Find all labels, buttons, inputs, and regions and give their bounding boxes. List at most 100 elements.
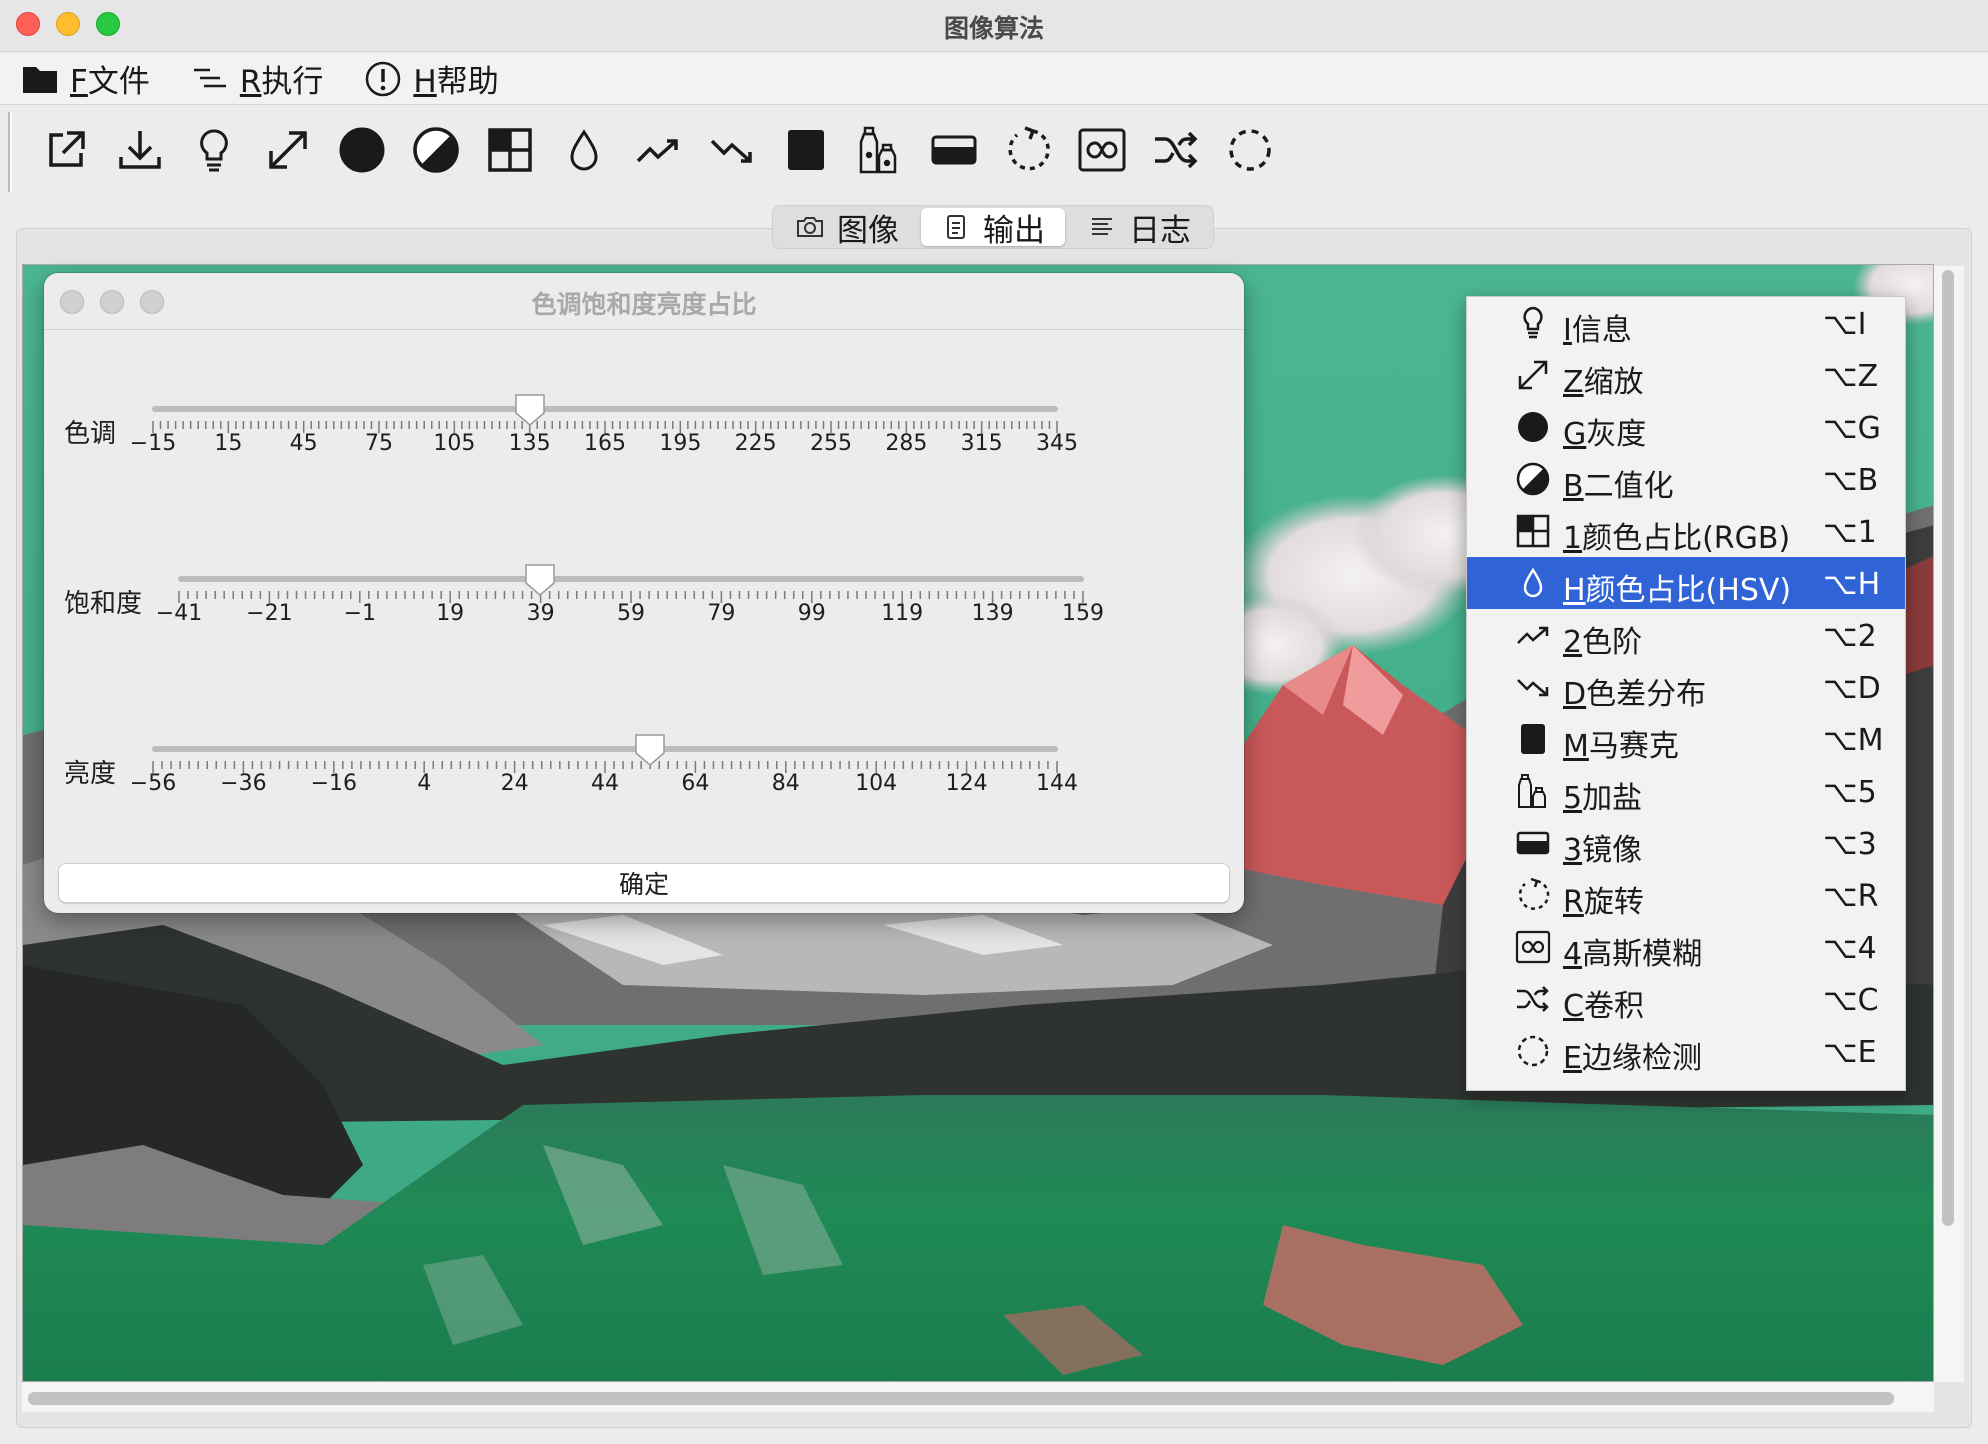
toolbar-mosaic-button[interactable]	[776, 120, 836, 180]
saturation-slider-thumb[interactable]	[524, 563, 556, 597]
tab-image-label: 图像	[837, 212, 899, 249]
slider-tick-label: 159	[1062, 601, 1104, 626]
toolbar-binarize-button[interactable]	[406, 120, 466, 180]
menu-item-mnemonic: D	[1563, 677, 1587, 712]
menu-item-shortcut: ⌥M	[1823, 723, 1884, 758]
menu-file[interactable]: F文件	[20, 56, 150, 101]
toolbar-grip[interactable]	[8, 112, 12, 192]
menu-item-label: 二值化	[1583, 469, 1674, 504]
menu-item-levels[interactable]: 2色阶 ⌥2	[1467, 609, 1905, 661]
menu-item-mirror[interactable]: 3镜像 ⌥3	[1467, 817, 1905, 869]
filled-circle-icon	[339, 127, 385, 173]
hsv-ratio-dialog: 色调饱和度亮度占比 色调 −15 15 45 75 105 135 165 195 225 255…	[44, 273, 1244, 913]
blur-icon	[1078, 128, 1126, 172]
toolbar-gaussian-blur-button[interactable]	[1072, 120, 1132, 180]
toolbar-levels-button[interactable]	[628, 120, 688, 180]
menu-item-rotate[interactable]: R旋转 ⌥R	[1467, 869, 1905, 921]
tab-image[interactable]: 图像	[775, 208, 919, 249]
hue-slider-track[interactable]	[152, 406, 1058, 412]
menu-item-label: 边缘检测	[1581, 1041, 1702, 1076]
menu-help[interactable]: H帮助	[363, 56, 499, 101]
horizontal-scroll-thumb[interactable]	[28, 1392, 1894, 1405]
toolbar-rotate-button[interactable]	[998, 120, 1058, 180]
toolbar-zoom-button[interactable]	[258, 120, 318, 180]
brightness-slider-thumb[interactable]	[634, 733, 666, 767]
menu-item-salt[interactable]: 5加盐 ⌥5	[1467, 765, 1905, 817]
menu-item-shortcut: ⌥4	[1823, 931, 1877, 966]
menu-item-color-diff[interactable]: D色差分布 ⌥D	[1467, 661, 1905, 713]
menu-item-label: 色差分布	[1586, 677, 1707, 712]
trend-down-icon	[1517, 679, 1549, 697]
toolbar-hsv-ratio-button[interactable]	[554, 120, 614, 180]
hue-slider-label: 色调	[64, 419, 117, 449]
slider-tick-label: 45	[289, 431, 318, 456]
slider-tick-label: 315	[960, 431, 1003, 456]
toolbar-rgb-ratio-button[interactable]	[480, 120, 540, 180]
slider-tick-label: −56	[129, 771, 177, 796]
toolbar-color-diff-button[interactable]	[702, 120, 762, 180]
toolbar-download-button[interactable]	[110, 120, 170, 180]
slider-tick-label: 195	[659, 431, 702, 456]
dialog-title: 色调饱和度亮度占比	[531, 290, 757, 319]
menu-item-mnemonic: G	[1563, 417, 1587, 452]
camera-icon	[797, 217, 823, 237]
menu-item-label: 旋转	[1583, 885, 1644, 920]
menu-item-gaussian-blur[interactable]: 4高斯模糊 ⌥4	[1467, 921, 1905, 973]
saturation-slider-track[interactable]	[178, 576, 1084, 582]
menu-item-hsv-ratio[interactable]: H颜色占比(HSV) ⌥H	[1467, 557, 1905, 609]
tab-output[interactable]: 输出	[921, 208, 1065, 249]
menu-item-binarize[interactable]: B二值化 ⌥B	[1467, 453, 1905, 505]
half-circle-icon	[1516, 462, 1550, 496]
tab-log[interactable]: 日志	[1067, 208, 1211, 249]
slider-tick-label: 255	[810, 431, 852, 456]
toolbar-convolution-button[interactable]	[1146, 120, 1206, 180]
menu-item-shortcut: ⌥E	[1823, 1035, 1877, 1070]
lightbulb-icon	[200, 129, 228, 172]
toolbar-grayscale-button[interactable]	[332, 120, 392, 180]
menu-item-mnemonic: H	[1563, 573, 1586, 608]
dialog-titlebar: 色调饱和度亮度占比	[44, 273, 1244, 330]
blur-icon	[1515, 930, 1551, 964]
menu-file-mnemonic: F	[70, 64, 88, 100]
menu-item-rgb-ratio[interactable]: 1颜色占比(RGB) ⌥1	[1467, 505, 1905, 557]
menu-item-label: 马赛克	[1588, 729, 1679, 764]
menu-item-grayscale[interactable]: G灰度 ⌥G	[1467, 401, 1905, 453]
toolbar-mirror-button[interactable]	[924, 120, 984, 180]
menu-item-info[interactable]: I信息 ⌥I	[1467, 297, 1905, 349]
toolbar-salt-button[interactable]	[850, 120, 910, 180]
menu-item-edge-detect[interactable]: E边缘检测 ⌥E	[1467, 1025, 1905, 1077]
slider-tick-label: 39	[526, 601, 555, 626]
dashed-circle-icon	[1517, 1035, 1549, 1067]
slider-tick-label: −21	[246, 601, 293, 626]
menu-item-label: 信息	[1571, 313, 1632, 348]
menu-run[interactable]: R执行	[190, 56, 323, 101]
brightness-slider-track[interactable]	[152, 746, 1058, 752]
resize-arrows-icon	[1518, 360, 1548, 390]
menu-item-shortcut: ⌥1	[1823, 515, 1877, 550]
hue-slider-thumb[interactable]	[514, 393, 546, 427]
shuffle-icon	[1517, 986, 1549, 1012]
ok-button[interactable]: 确定	[58, 863, 1230, 903]
slider-tick-label: 139	[971, 601, 1014, 626]
toolbar-info-button[interactable]	[184, 120, 244, 180]
menu-item-convolution[interactable]: C卷积 ⌥C	[1467, 973, 1905, 1025]
slider-tick-label: 59	[617, 601, 645, 626]
menu-item-mosaic[interactable]: M马赛克 ⌥M	[1467, 713, 1905, 765]
slider-tick-label: 64	[681, 771, 710, 796]
toolbar-edge-detect-button[interactable]	[1220, 120, 1280, 180]
tab-log-label: 日志	[1129, 212, 1191, 249]
lines-icon	[1092, 218, 1112, 235]
menu-item-mnemonic: I	[1563, 313, 1572, 348]
menu-item-shortcut: ⌥2	[1823, 619, 1877, 654]
slider-tick-label: 19	[436, 601, 465, 626]
window-titlebar: 图像算法	[0, 0, 1988, 52]
menu-item-label: 缩放	[1583, 365, 1644, 400]
menubar: F文件 R执行 H帮助	[0, 53, 1988, 105]
brightness-slider-label: 亮度	[64, 759, 117, 789]
vertical-scroll-thumb[interactable]	[1942, 270, 1954, 1226]
menu-item-label: 灰度	[1586, 417, 1647, 452]
grid-icon	[1516, 514, 1550, 548]
menu-item-zoom[interactable]: Z缩放 ⌥Z	[1467, 349, 1905, 401]
menu-item-mnemonic: Z	[1563, 365, 1584, 400]
toolbar-export-button[interactable]	[36, 120, 96, 180]
